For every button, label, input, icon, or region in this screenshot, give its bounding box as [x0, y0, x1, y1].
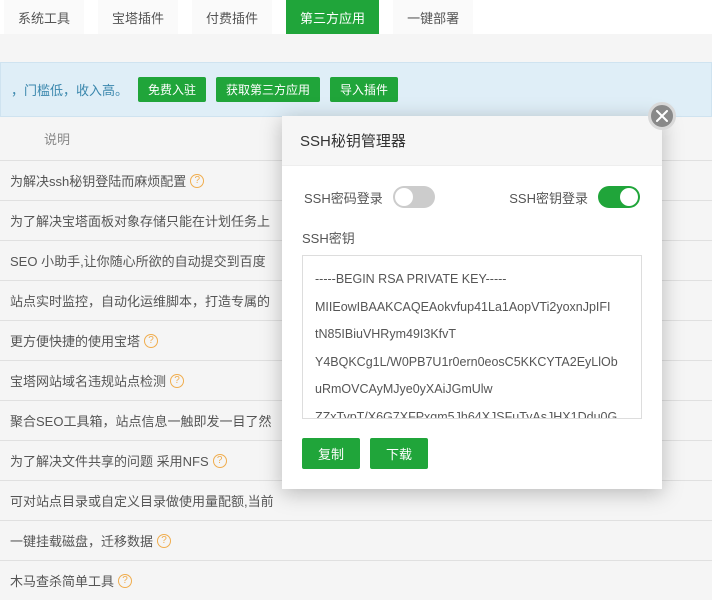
row-description: 站点实时监控，自动化运维脚本，打造专属的 [10, 291, 270, 310]
row-description: 为了解决宝塔面板对象存储只能在计划任务上 [10, 211, 270, 230]
ssh-key-login-label: SSH密钥登录 [509, 188, 588, 207]
row-description: 木马查杀简单工具 [10, 571, 114, 590]
free-join-button[interactable]: 免费入驻 [138, 77, 206, 102]
copy-button[interactable]: 复制 [302, 438, 360, 469]
help-icon[interactable]: ? [190, 174, 204, 188]
ssh-key-manager-modal: SSH秘钥管理器 SSH密码登录 SSH密钥登录 SSH密钥 复制 下载 [282, 116, 662, 489]
help-icon[interactable]: ? [213, 454, 227, 468]
modal-title: SSH秘钥管理器 [282, 116, 662, 166]
tab-one-click-deploy[interactable]: 一键部署 [393, 0, 473, 34]
ssh-key-label: SSH密钥 [302, 228, 642, 247]
table-row: 木马查杀简单工具 ? [0, 560, 712, 600]
ssh-password-login-toggle[interactable] [393, 186, 435, 208]
get-thirdparty-button[interactable]: 获取第三方应用 [216, 77, 320, 102]
ssh-key-login-toggle[interactable] [598, 186, 640, 208]
tab-system-tools[interactable]: 系统工具 [4, 0, 84, 34]
row-description: 更方便快捷的使用宝塔 [10, 331, 140, 350]
promo-bar: ，门槛低，收入高。 免费入驻 获取第三方应用 导入插件 [0, 62, 712, 117]
ssh-key-textarea[interactable] [302, 255, 642, 419]
help-icon[interactable]: ? [157, 534, 171, 548]
row-description: 一键挂载磁盘，迁移数据 [10, 531, 153, 550]
ssh-password-login-label: SSH密码登录 [304, 188, 383, 207]
row-description: 为解决ssh秘钥登陆而麻烦配置 [10, 171, 186, 190]
row-description: 为了解决文件共享的问题 采用NFS [10, 451, 209, 470]
import-plugin-button[interactable]: 导入插件 [330, 77, 398, 102]
modal-body: SSH密码登录 SSH密钥登录 SSH密钥 复制 下载 [282, 166, 662, 489]
row-description: SEO 小助手,让你随心所欲的自动提交到百度 [10, 251, 266, 270]
tab-bt-plugins[interactable]: 宝塔插件 [98, 0, 178, 34]
row-description: 可对站点目录或自定义目录做使用量配额,当前 [10, 491, 274, 510]
close-icon[interactable] [648, 102, 676, 130]
help-icon[interactable]: ? [144, 334, 158, 348]
row-description: 聚合SEO工具箱，站点信息一触即发一目了然 [10, 411, 271, 430]
plugin-tabs: 系统工具 宝塔插件 付费插件 第三方应用 一键部署 [0, 0, 712, 34]
login-toggle-row: SSH密码登录 SSH密钥登录 [302, 184, 642, 210]
help-icon[interactable]: ? [170, 374, 184, 388]
help-icon[interactable]: ? [118, 574, 132, 588]
row-description: 宝塔网站域名违规站点检测 [10, 371, 166, 390]
tab-thirdparty-apps[interactable]: 第三方应用 [286, 0, 379, 34]
table-row: 一键挂载磁盘，迁移数据 ? [0, 520, 712, 560]
download-button[interactable]: 下载 [370, 438, 428, 469]
tab-paid-plugins[interactable]: 付费插件 [192, 0, 272, 34]
modal-actions: 复制 下载 [302, 438, 642, 469]
promo-text: ，门槛低，收入高。 [11, 80, 128, 99]
